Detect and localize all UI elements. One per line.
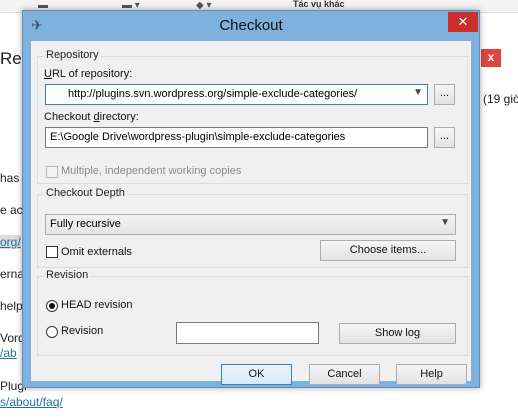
- multiple-label: Multiple, independent working copies: [61, 165, 242, 177]
- url-label: URL of repository:: [44, 68, 133, 80]
- chevron-down-icon[interactable]: ▼: [413, 87, 423, 98]
- dialog-title: Checkout: [219, 17, 283, 34]
- dialog-body: Repository URL of repository: http://plu…: [31, 41, 471, 385]
- directory-input[interactable]: E:\Google Drive\wordpress-plugin\simple-…: [45, 127, 428, 148]
- ok-button[interactable]: OK: [221, 364, 292, 385]
- depth-selected: Fully recursive: [50, 218, 121, 230]
- chevron-down-icon[interactable]: ▼: [440, 217, 450, 228]
- background-text: erna: [0, 267, 25, 281]
- depth-legend: Checkout Depth: [44, 187, 127, 199]
- url-combobox[interactable]: http://plugins.svn.wordpress.org/simple-…: [45, 84, 428, 105]
- depth-dropdown[interactable]: Fully recursive ▼: [45, 214, 456, 235]
- background-link[interactable]: org/: [0, 235, 21, 249]
- close-button[interactable]: ✕: [448, 12, 478, 32]
- background-close-button[interactable]: x: [481, 49, 501, 67]
- checkout-dialog: ✈ Checkout ✕ Repository URL of repositor…: [22, 10, 480, 388]
- repository-legend: Repository: [44, 49, 101, 61]
- multiple-checkbox[interactable]: [46, 166, 58, 178]
- background-text: has: [0, 171, 20, 185]
- background-menu: Tác vụ khác: [293, 0, 345, 9]
- head-revision-radio[interactable]: [46, 300, 58, 312]
- background-text: help: [0, 299, 23, 313]
- revision-legend: Revision: [44, 269, 91, 281]
- directory-label: Checkout directory:: [44, 111, 139, 123]
- choose-items-button[interactable]: Choose items...: [320, 240, 456, 261]
- revision-label: Revision: [61, 325, 104, 337]
- background-link[interactable]: /ab: [0, 346, 17, 360]
- head-revision-label: HEAD revision: [61, 299, 133, 311]
- browse-directory-button[interactable]: ...: [434, 127, 455, 148]
- help-button[interactable]: Help: [396, 364, 467, 385]
- background-date: (19 giờ: [483, 92, 518, 106]
- revision-input[interactable]: [176, 322, 319, 344]
- revision-group: Revision: [37, 269, 468, 356]
- background-text: e ac: [0, 203, 23, 217]
- revision-radio[interactable]: [46, 326, 58, 338]
- url-value: http://plugins.svn.wordpress.org/simple-…: [68, 88, 358, 100]
- dialog-titlebar[interactable]: ✈ Checkout ✕: [23, 11, 479, 41]
- show-log-button[interactable]: Show log: [339, 323, 456, 344]
- directory-value: E:\Google Drive\wordpress-plugin\simple-…: [50, 131, 346, 143]
- browse-url-button[interactable]: ...: [434, 84, 455, 105]
- omit-externals-checkbox[interactable]: [46, 246, 58, 258]
- omit-externals-label: Omit externals: [61, 246, 132, 258]
- cancel-button[interactable]: Cancel: [309, 364, 380, 385]
- background-link[interactable]: s/about/faq/: [0, 395, 63, 409]
